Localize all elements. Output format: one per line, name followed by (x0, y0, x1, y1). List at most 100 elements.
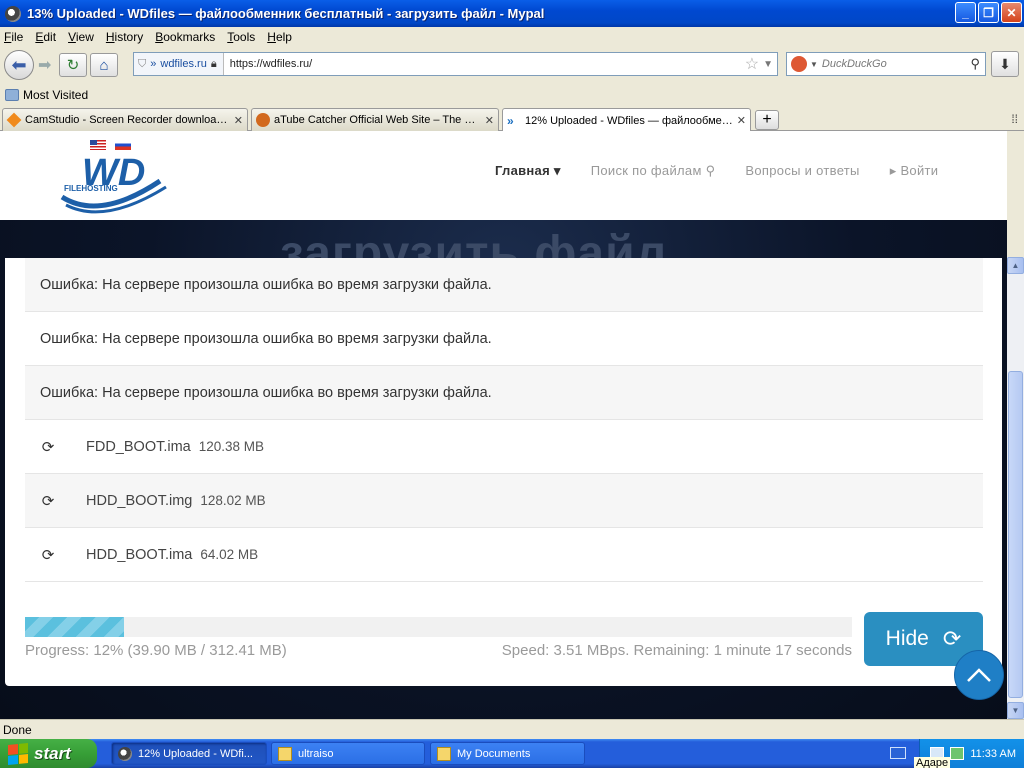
navigation-toolbar: ⬅ ➡ ↻ ⌂ ⛉ » wdfiles.ru 🔒︎ https://wdfile… (0, 46, 1024, 84)
scroll-down-icon[interactable]: ▼ (1007, 702, 1024, 719)
reload-icon: ↻ (66, 57, 80, 74)
taskbar-item-mypal[interactable]: 12% Uploaded - WDfi... (111, 742, 267, 765)
shield-icon: ⛉ (138, 57, 147, 70)
forward-button[interactable]: ➡ (38, 55, 56, 75)
status-text: Done (3, 722, 32, 737)
tab-camstudio[interactable]: CamStudio - Screen Recorder download |..… (2, 108, 248, 131)
taskbar-item-ultraiso[interactable]: ultraiso (271, 742, 425, 765)
minimize-button[interactable]: _ (955, 2, 976, 23)
refresh-icon: ⟳ (41, 546, 55, 564)
menu-bar: File Edit View History Bookmarks Tools H… (0, 27, 1024, 46)
upload-progress-fill (25, 617, 125, 637)
clock[interactable]: 11:33 AM (970, 748, 1016, 760)
tab-atube[interactable]: aTube Catcher Official Web Site – The be… (251, 108, 499, 131)
window-titlebar[interactable]: 13% Uploaded - WDfiles — файлообменник б… (0, 0, 1024, 27)
nav-home[interactable]: Главная ▾ (495, 163, 561, 179)
hide-button-label: Hide (885, 627, 929, 650)
download-arrow-icon: ⬇ (999, 55, 1011, 72)
tab-label: 12% Uploaded - WDfiles — файлообмен... (525, 114, 733, 127)
tab-list-button[interactable]: ⁞⁞ (1011, 112, 1018, 126)
folder-icon (278, 746, 292, 761)
error-row: Ошибка: На сервере произошла ошибка во в… (25, 366, 983, 420)
upload-progress-bar (25, 617, 852, 637)
bookmark-most-visited[interactable]: Most Visited (23, 88, 88, 102)
bookmarks-toolbar: Most Visited (0, 84, 1024, 106)
menu-history[interactable]: History (106, 30, 143, 44)
taskbar-item-label: 12% Uploaded - WDfi... (138, 747, 253, 760)
home-button[interactable]: ⌂ (90, 53, 118, 77)
tab-label: CamStudio - Screen Recorder download |..… (25, 114, 230, 126)
folder-icon (437, 746, 451, 761)
upload-panel: Ошибка: На сервере произошла ошибка во в… (5, 258, 1002, 686)
error-row: Ошибка: На сервере произошла ошибка во в… (25, 312, 983, 366)
menu-view[interactable]: View (68, 30, 94, 44)
taskbar-item-label: ultraiso (298, 747, 334, 760)
lock-icon: 🔒︎ (210, 57, 217, 70)
search-placeholder[interactable]: DuckDuckGo (822, 58, 971, 70)
refresh-icon: ⟳ (942, 626, 962, 651)
reload-button[interactable]: ↻ (59, 53, 87, 77)
site-identity-button[interactable]: ⛉ » wdfiles.ru 🔒︎ (134, 53, 224, 75)
file-row: ⟳ HDD_BOOT.ima 64.02 MB (25, 528, 983, 582)
status-bar: Done (0, 719, 1024, 739)
menu-bookmarks[interactable]: Bookmarks (155, 30, 215, 44)
start-label: start (34, 743, 71, 763)
speed-text: Speed: 3.51 MBps. Remaining: 1 minute 17… (501, 642, 852, 659)
tab-close-icon[interactable]: ✕ (234, 114, 243, 127)
duckduckgo-icon[interactable] (791, 56, 807, 72)
file-name: HDD_BOOT.img (86, 492, 193, 509)
nav-login[interactable]: ▸ Войти (890, 163, 939, 179)
scroll-up-icon[interactable]: ▲ (1007, 257, 1024, 274)
file-size: 64.02 MB (200, 547, 259, 562)
camstudio-icon (6, 112, 22, 128)
search-engine-dropdown-icon[interactable]: ▼ (810, 60, 818, 69)
back-button[interactable]: ⬅ (4, 50, 34, 80)
mypal-app-icon (5, 5, 21, 22)
network-icon[interactable] (950, 747, 965, 760)
new-tab-button[interactable]: + (755, 110, 779, 130)
keyboard-icon[interactable] (890, 747, 906, 759)
tray-tooltip: Адаре (914, 757, 951, 768)
url-text[interactable]: https://wdfiles.ru/ (224, 58, 745, 70)
tab-wdfiles[interactable]: » 12% Uploaded - WDfiles — файлообмен...… (502, 108, 751, 132)
page-viewport: WD FILEHOSTING Главная ▾ Поиск по файлам… (0, 131, 1007, 719)
bookmark-folder-icon (5, 89, 19, 101)
menu-file[interactable]: File (4, 30, 23, 44)
wd-logo[interactable]: WD FILEHOSTING (60, 139, 170, 219)
url-dropdown-icon[interactable]: ▼ (763, 59, 773, 70)
start-button[interactable]: start (0, 739, 97, 768)
nav-file-search[interactable]: Поиск по файлам ⚲ (591, 163, 716, 179)
search-box[interactable]: ▼ DuckDuckGo ⚲ (786, 52, 986, 76)
vertical-scrollbar[interactable]: ▲ ▼ (1007, 257, 1024, 719)
restore-button[interactable]: ❐ (978, 2, 999, 23)
file-row: ⟳ HDD_BOOT.img 128.02 MB (25, 474, 983, 528)
tab-close-icon[interactable]: ✕ (737, 114, 746, 127)
file-name: HDD_BOOT.ima (86, 546, 193, 563)
search-icon[interactable]: ⚲ (970, 56, 980, 72)
downloads-button[interactable]: ⬇ (991, 51, 1019, 77)
forward-arrow-icon: ➡ (38, 57, 52, 74)
taskbar-item-label: My Documents (457, 747, 531, 760)
wdfiles-icon: » (507, 113, 514, 128)
error-message: Ошибка: На сервере произошла ошибка во в… (40, 384, 492, 401)
error-row: Ошибка: На сервере произошла ошибка во в… (25, 258, 983, 312)
chevron-up-icon (967, 668, 991, 682)
close-button[interactable]: ✕ (1001, 2, 1022, 23)
tab-strip: CamStudio - Screen Recorder download |..… (0, 106, 1024, 132)
windows-logo-icon (8, 742, 28, 765)
tab-close-icon[interactable]: ✕ (485, 114, 494, 127)
home-icon: ⌂ (99, 56, 109, 74)
file-name: FDD_BOOT.ima (86, 438, 191, 455)
nav-faq[interactable]: Вопросы и ответы (745, 163, 859, 179)
address-bar[interactable]: ⛉ » wdfiles.ru 🔒︎ https://wdfiles.ru/ ☆ … (133, 52, 778, 76)
menu-help[interactable]: Help (267, 30, 292, 44)
site-header: WD FILEHOSTING Главная ▾ Поиск по файлам… (0, 131, 1007, 220)
menu-tools[interactable]: Tools (227, 30, 255, 44)
bookmark-star-icon[interactable]: ☆ (745, 54, 759, 74)
taskbar-item-my-documents[interactable]: My Documents (430, 742, 585, 765)
wdfiles-favicon-icon: » (150, 58, 157, 70)
scroll-to-top-button[interactable] (954, 650, 1004, 700)
menu-edit[interactable]: Edit (35, 30, 56, 44)
plus-icon: + (762, 111, 772, 128)
scrollbar-thumb[interactable] (1008, 371, 1023, 698)
